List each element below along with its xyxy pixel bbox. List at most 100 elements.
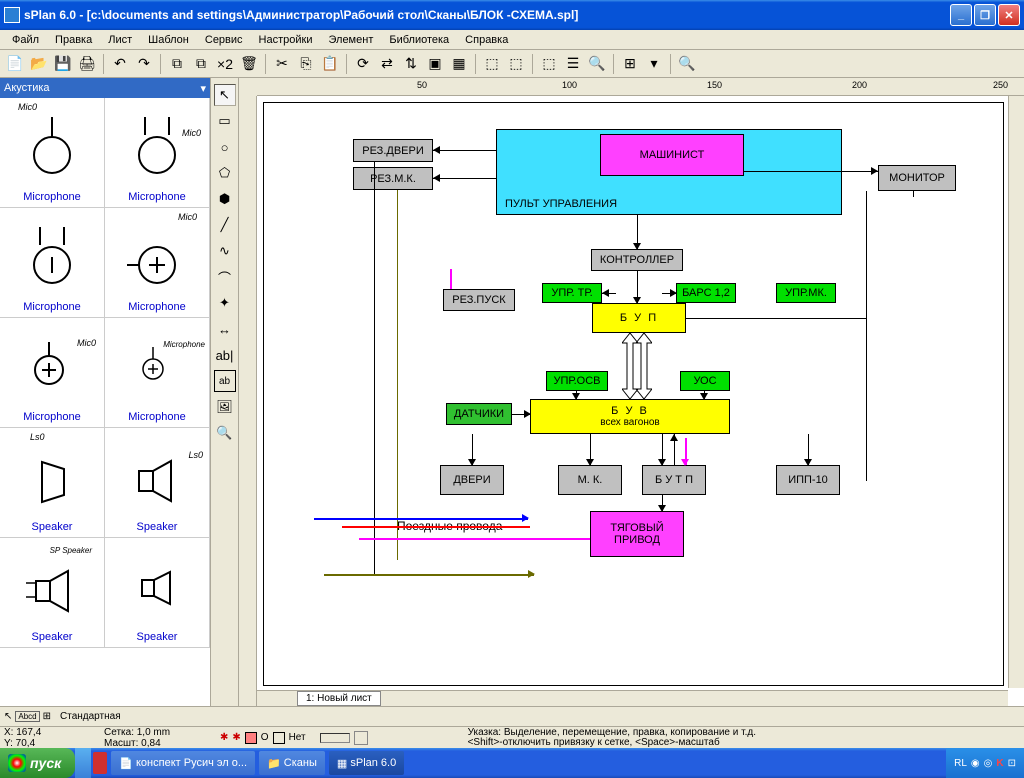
library-item[interactable]: Mic0 Microphone	[0, 98, 105, 208]
library-item[interactable]: Mic0 Microphone	[105, 98, 210, 208]
lang-indicator[interactable]: RL	[954, 758, 967, 769]
image-tool-icon[interactable]: 🖼	[214, 396, 236, 418]
rect-tool-icon[interactable]: ▭	[214, 110, 236, 132]
block-upr-tr[interactable]: УПР. ТР.	[542, 283, 602, 303]
color-swatch[interactable]	[245, 732, 257, 744]
flip-v-icon[interactable]: ⇅	[400, 53, 422, 75]
shape-tool-icon[interactable]: ⬠	[214, 162, 236, 184]
block-rez-mk[interactable]: РЕЗ.М.К.	[353, 167, 433, 190]
menu-template[interactable]: Шаблон	[140, 32, 197, 48]
menu-settings[interactable]: Настройки	[251, 32, 321, 48]
color-swatch-2[interactable]	[273, 732, 285, 744]
block-uos[interactable]: УОС	[680, 371, 730, 391]
snap2-icon[interactable]: ✱	[232, 732, 240, 743]
dimension-tool-icon[interactable]: ↔	[214, 318, 236, 340]
tool-misc1-icon[interactable]: ▣	[424, 53, 446, 75]
duplicate-icon[interactable]: ⧉	[166, 53, 188, 75]
grid-icon[interactable]: ⊞	[619, 53, 641, 75]
zoom-tool-icon[interactable]: 🔍	[214, 422, 236, 444]
open-icon[interactable]: 📂	[28, 53, 50, 75]
find-icon[interactable]: 🔍	[586, 53, 608, 75]
flip-h-icon[interactable]: ⇄	[376, 53, 398, 75]
block-bup[interactable]: Б У П	[592, 303, 686, 333]
copy-icon[interactable]: ⎘	[295, 53, 317, 75]
tray-icon[interactable]: ⊡	[1008, 758, 1016, 769]
drawing-canvas[interactable]: ПУЛЬТ УПРАВЛЕНИЯ МАШИНИСТ МОНИТОР РЕЗ.ДВ…	[257, 96, 1024, 706]
tool-a-icon[interactable]: ⬚	[538, 53, 560, 75]
duplicate2-icon[interactable]: ⧉	[190, 53, 212, 75]
block-rez-dveri[interactable]: РЕЗ.ДВЕРИ	[353, 139, 433, 162]
paste-icon[interactable]: 📋	[319, 53, 341, 75]
tray-icon[interactable]: K	[996, 758, 1003, 769]
bezier-tool-icon[interactable]: ⌒	[214, 266, 236, 288]
rotate-icon[interactable]: ⟳	[352, 53, 374, 75]
new-icon[interactable]: 📄	[4, 53, 26, 75]
library-item[interactable]: Mic0 Microphone	[0, 318, 105, 428]
tray-icon[interactable]: ◎	[984, 758, 993, 769]
taskbar-item-active[interactable]: ▦ sPlan 6.0	[329, 751, 404, 775]
tool-n-icon[interactable]: ⊞	[43, 711, 51, 722]
block-kontroller[interactable]: КОНТРОЛЛЕР	[591, 249, 683, 271]
quicklaunch-icon[interactable]	[93, 752, 107, 774]
block-ipp[interactable]: ИПП-10	[776, 465, 840, 495]
library-category-dropdown[interactable]: Акустика▾	[0, 78, 210, 98]
block-mk[interactable]: М. К.	[558, 465, 622, 495]
tray-icon[interactable]: ◉	[971, 758, 980, 769]
polygon-tool-icon[interactable]: ⬢	[214, 188, 236, 210]
cut-icon[interactable]: ✂	[271, 53, 293, 75]
scrollbar-vertical[interactable]	[1008, 96, 1024, 688]
tool-m-icon[interactable]: Abcd	[15, 711, 39, 722]
library-item[interactable]: SP Speaker Speaker	[0, 538, 105, 648]
snap-icon[interactable]: ✱	[220, 732, 228, 743]
block-upr-osv[interactable]: УПР.ОСВ	[546, 371, 608, 391]
menu-service[interactable]: Сервис	[197, 32, 251, 48]
undo-icon[interactable]: ↶	[109, 53, 131, 75]
library-item[interactable]: Microphone	[0, 208, 105, 318]
block-tyagovy[interactable]: ТЯГОВЫЙПРИВОД	[590, 511, 684, 557]
delete-icon[interactable]: 🗑	[238, 53, 260, 75]
tool-k-icon[interactable]: ↖	[4, 711, 12, 722]
menu-file[interactable]: Файл	[4, 32, 47, 48]
system-tray[interactable]: RL ◉ ◎ K ⊡	[946, 748, 1024, 778]
library-item[interactable]: Microphone Microphone	[105, 318, 210, 428]
zoom-lens-icon[interactable]: 🔍	[676, 53, 698, 75]
maximize-button[interactable]: ❐	[974, 4, 996, 26]
sheet-tabs[interactable]: 1: Новый лист	[257, 690, 1008, 706]
minimize-button[interactable]: _	[950, 4, 972, 26]
menu-library[interactable]: Библиотека	[381, 32, 457, 48]
line-tool-icon[interactable]: ╱	[214, 214, 236, 236]
block-bars[interactable]: БАРС 1,2	[676, 283, 736, 303]
menu-sheet[interactable]: Лист	[100, 32, 140, 48]
fill-preview[interactable]	[320, 733, 350, 743]
print-icon[interactable]: 🖨	[76, 53, 98, 75]
block-butp[interactable]: Б У Т П	[642, 465, 706, 495]
menu-help[interactable]: Справка	[457, 32, 516, 48]
start-button[interactable]: пуск	[0, 748, 75, 778]
redo-icon[interactable]: ↷	[133, 53, 155, 75]
curve-tool-icon[interactable]: ∿	[214, 240, 236, 262]
tool-misc2-icon[interactable]: ▦	[448, 53, 470, 75]
library-item[interactable]: Speaker	[105, 538, 210, 648]
taskbar-item[interactable]: 📁 Сканы	[259, 751, 325, 775]
ungroup-icon[interactable]: ⬚	[505, 53, 527, 75]
x2-icon[interactable]: ×2	[214, 53, 236, 75]
block-datchiki[interactable]: ДАТЧИКИ	[446, 403, 512, 425]
block-dveri[interactable]: ДВЕРИ	[440, 465, 504, 495]
library-item[interactable]: Ls0 Speaker	[0, 428, 105, 538]
dropdown-icon[interactable]: ▾	[643, 53, 665, 75]
menu-element[interactable]: Элемент	[320, 32, 381, 48]
pointer-tool-icon[interactable]: ↖	[214, 84, 236, 106]
block-mashinist[interactable]: МАШИНИСТ	[600, 134, 744, 176]
circle-tool-icon[interactable]: ○	[214, 136, 236, 158]
group-icon[interactable]: ⬚	[481, 53, 503, 75]
taskbar-item[interactable]: 📄 конспект Русич эл о...	[111, 751, 255, 775]
block-upr-mk[interactable]: УПР.МК.	[776, 283, 836, 303]
node-tool-icon[interactable]: ✦	[214, 292, 236, 314]
library-item[interactable]: Mic0 Microphone	[105, 208, 210, 318]
block-rez-pusk[interactable]: РЕЗ.ПУСК	[443, 289, 515, 311]
label-tool-icon[interactable]: ab	[214, 370, 236, 392]
text-tool-icon[interactable]: ab|	[214, 344, 236, 366]
menu-edit[interactable]: Правка	[47, 32, 100, 48]
close-button[interactable]: ✕	[998, 4, 1020, 26]
fill-box[interactable]	[354, 731, 368, 745]
